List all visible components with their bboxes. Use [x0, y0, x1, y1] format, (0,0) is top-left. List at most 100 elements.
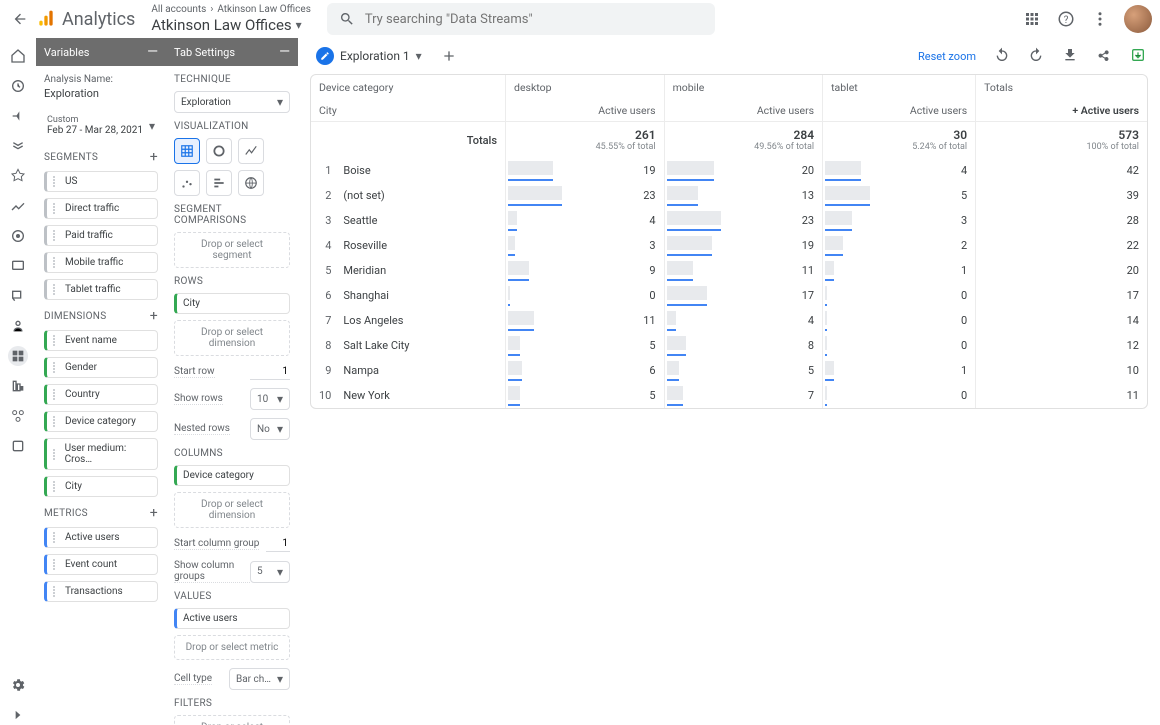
- celltype-select[interactable]: Bar ch…▾: [229, 668, 290, 690]
- nav-item-icon[interactable]: [8, 136, 28, 156]
- dimension-chip[interactable]: User medium: Cros…: [44, 438, 158, 470]
- metric-header[interactable]: Active users: [664, 100, 823, 122]
- table-row[interactable]: 6Shanghai017017: [311, 283, 1147, 308]
- date-range-picker[interactable]: Custom Feb 27 - Mar 28, 2021 ▾: [44, 110, 158, 141]
- start-row-input[interactable]: [250, 364, 290, 380]
- nav-item-icon[interactable]: [8, 286, 28, 306]
- metric-chip[interactable]: Transactions: [44, 581, 158, 602]
- help-icon[interactable]: ?: [1056, 9, 1076, 29]
- nav-item-icon[interactable]: [8, 406, 28, 426]
- show-col-select[interactable]: 5▾: [250, 561, 290, 583]
- report-table: Device category desktop mobile tablet To…: [310, 74, 1148, 409]
- nav-item-icon[interactable]: [8, 196, 28, 216]
- exploration-tab[interactable]: Exploration 1 ▾: [310, 45, 428, 67]
- explore-icon[interactable]: [8, 346, 28, 366]
- nav-item-icon[interactable]: [8, 256, 28, 276]
- property-selector[interactable]: Atkinson Law Offices ▾: [151, 16, 311, 34]
- metric-header-total[interactable]: + Active users: [976, 100, 1147, 122]
- collapse-rail-icon[interactable]: [8, 705, 28, 725]
- metric-chip[interactable]: Event count: [44, 554, 158, 575]
- realtime-icon[interactable]: [8, 76, 28, 96]
- dimension-chip[interactable]: Event name: [44, 330, 158, 351]
- values-chip[interactable]: Active users: [174, 608, 290, 629]
- segment-chip[interactable]: Mobile traffic: [44, 252, 158, 273]
- nav-item-icon[interactable]: [8, 436, 28, 456]
- undo-icon[interactable]: [994, 47, 1012, 65]
- values-dropzone[interactable]: Drop or select metric: [174, 635, 290, 660]
- metric-chip[interactable]: Active users: [44, 527, 158, 548]
- dimension-chip[interactable]: Device category: [44, 411, 158, 432]
- collapse-icon[interactable]: —: [279, 44, 290, 60]
- reset-zoom-button[interactable]: Reset zoom: [918, 50, 976, 63]
- redo-icon[interactable]: [1028, 47, 1046, 65]
- account-breadcrumb[interactable]: All accounts › Atkinson Law Offices Atki…: [151, 4, 311, 34]
- segment-chip[interactable]: Paid traffic: [44, 225, 158, 246]
- dimension-chip[interactable]: Country: [44, 384, 158, 405]
- colgroup-tablet[interactable]: tablet: [823, 75, 976, 100]
- export-icon[interactable]: [1130, 47, 1148, 65]
- apps-icon[interactable]: [1022, 9, 1042, 29]
- add-segment-icon[interactable]: +: [150, 149, 158, 165]
- viz-line-icon[interactable]: [238, 138, 264, 164]
- table-row[interactable]: 3Seattle423328: [311, 208, 1147, 233]
- rows-dropzone[interactable]: Drop or select dimension: [174, 320, 290, 356]
- dimension-chip[interactable]: Gender: [44, 357, 158, 378]
- segment-dropzone[interactable]: Drop or select segment: [174, 232, 290, 268]
- table-row[interactable]: 9Nampa65110: [311, 358, 1147, 383]
- show-rows-select[interactable]: 10▾: [250, 388, 290, 410]
- colgroup-totals[interactable]: Totals: [976, 75, 1147, 100]
- table-row[interactable]: 5Meridian911120: [311, 258, 1147, 283]
- start-col-input[interactable]: [266, 536, 290, 552]
- table-row[interactable]: 4Roseville319222: [311, 233, 1147, 258]
- more-vert-icon[interactable]: [1090, 9, 1110, 29]
- table-row[interactable]: 1Boise1920442: [311, 158, 1147, 183]
- table-row[interactable]: 8Salt Lake City58012: [311, 333, 1147, 358]
- add-metric-icon[interactable]: +: [150, 505, 158, 521]
- columns-chip[interactable]: Device category: [174, 465, 290, 486]
- search-input[interactable]: [365, 12, 703, 27]
- colgroup-mobile[interactable]: mobile: [664, 75, 823, 100]
- breadcrumb-property[interactable]: Atkinson Law Offices: [217, 4, 311, 16]
- table-row[interactable]: 2(not set)2313539: [311, 183, 1147, 208]
- home-icon[interactable]: [8, 46, 28, 66]
- collapse-icon[interactable]: —: [147, 44, 158, 60]
- metric-header[interactable]: Active users: [506, 100, 665, 122]
- rows-chip[interactable]: City: [174, 293, 290, 314]
- back-arrow-icon[interactable]: [8, 7, 32, 31]
- segment-chip[interactable]: US: [44, 171, 158, 192]
- nav-item-icon[interactable]: [8, 166, 28, 186]
- nested-rows-select[interactable]: No▾: [250, 418, 290, 440]
- nav-item-icon[interactable]: [8, 106, 28, 126]
- add-dimension-icon[interactable]: +: [150, 308, 158, 324]
- nav-item-icon[interactable]: [8, 376, 28, 396]
- nav-item-icon[interactable]: [8, 316, 28, 336]
- metric-header[interactable]: Active users: [823, 100, 976, 122]
- analytics-logo-icon: [36, 9, 56, 29]
- segment-chip[interactable]: Direct traffic: [44, 198, 158, 219]
- viz-bar-icon[interactable]: [206, 170, 232, 196]
- viz-table-icon[interactable]: [174, 138, 200, 164]
- viz-geo-icon[interactable]: [238, 170, 264, 196]
- viz-scatter-icon[interactable]: [174, 170, 200, 196]
- add-tab-button[interactable]: [436, 43, 462, 69]
- analytics-logo: Analytics: [36, 9, 135, 30]
- nav-item-icon[interactable]: [8, 226, 28, 246]
- dimension-chip[interactable]: City: [44, 476, 158, 497]
- chevron-down-icon[interactable]: ▾: [416, 49, 422, 63]
- download-icon[interactable]: [1062, 47, 1080, 65]
- breadcrumb-all-accounts[interactable]: All accounts: [151, 4, 206, 16]
- technique-select[interactable]: Exploration▾: [174, 91, 290, 113]
- filters-dropzone[interactable]: Drop or select dimension or metric: [174, 715, 290, 725]
- user-avatar[interactable]: [1124, 5, 1152, 33]
- columns-dropzone[interactable]: Drop or select dimension: [174, 492, 290, 528]
- table-row[interactable]: 7Los Angeles114014: [311, 308, 1147, 333]
- segment-chip[interactable]: Tablet traffic: [44, 279, 158, 300]
- table-row[interactable]: 10New York57011: [311, 383, 1147, 408]
- viz-donut-icon[interactable]: [206, 138, 232, 164]
- rowdim-label: City: [311, 100, 506, 122]
- admin-gear-icon[interactable]: [8, 675, 28, 695]
- colgroup-desktop[interactable]: desktop: [506, 75, 665, 100]
- share-icon[interactable]: [1096, 47, 1114, 65]
- analysis-name-input[interactable]: Exploration: [44, 87, 158, 100]
- search-box[interactable]: [327, 3, 715, 35]
